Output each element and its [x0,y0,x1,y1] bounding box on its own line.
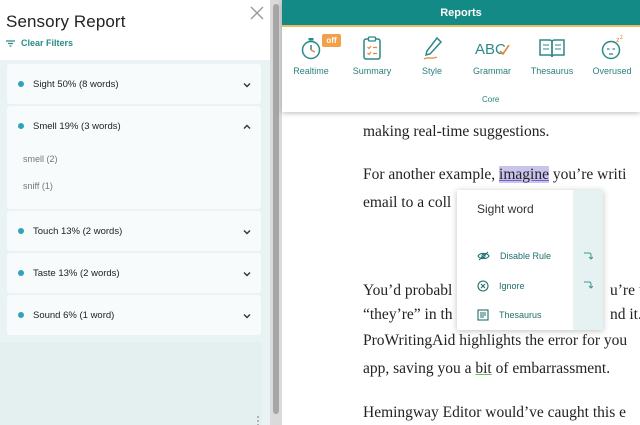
sense-dot [18,123,24,129]
doc-line-fragment: nd it. I [610,306,640,323]
ignore-button[interactable]: Ignore [477,280,525,292]
sense-card-sound: Sound 6% (1 word) [7,295,261,335]
sense-dot [18,312,24,318]
doc-line: app, saving you a bit of embarrassment. [363,360,611,377]
sensory-report-sidebar: Sensory Report Clear Filters Sight 50% (… [0,0,270,425]
return-arrow-icon[interactable] [583,281,593,289]
chevron-up-icon [243,124,251,129]
list-doc-icon [477,309,489,321]
doc-line: For another example, imagine you’re writ… [363,166,627,183]
filter-icon [6,39,15,47]
chevron-down-icon [243,314,251,319]
style-button[interactable]: Style [404,35,460,76]
sidebar-scrollbar-thumb[interactable] [273,4,279,414]
sense-label: Sight 50% (8 words) [33,78,119,90]
thesaurus-button[interactable]: Thesaurus [524,35,580,76]
sense-header-taste[interactable]: Taste 13% (2 words) [7,253,261,293]
summary-button[interactable]: Summary [344,35,400,76]
abc-check-icon: ABC [475,41,510,58]
doc-line-fragment: u’re us [610,282,640,299]
sense-label: Touch 13% (2 words) [33,225,123,237]
doc-line: ProWritingAid highlights the error for y… [363,332,628,349]
sidebar-title: Sensory Report [6,12,126,31]
sleepy-face-icon: z z [601,35,623,60]
clear-filters-button[interactable]: Clear Filters [6,37,73,49]
sense-dot [18,228,24,234]
grammar-button[interactable]: ABC Grammar [464,35,520,76]
return-arrow-icon[interactable] [583,252,593,260]
chevron-down-icon [243,272,251,277]
clipboard-icon [363,36,381,60]
sense-label: Taste 13% (2 words) [33,267,120,279]
sense-card-smell: Smell 19% (3 words) smell (2) sniff (1) [7,106,261,209]
doc-line: Hemingway Editor would’ve caught this e [363,404,627,421]
sense-header-touch[interactable]: Touch 13% (2 words) [7,211,261,251]
sense-label: Sound 6% (1 word) [33,309,115,321]
overused-button[interactable]: z z Overused [584,35,640,76]
drag-handle-icon[interactable] [256,415,260,425]
sense-card-taste: Taste 13% (2 words) [7,253,261,293]
pen-icon [423,36,443,60]
sense-list-footer [0,342,262,425]
book-icon [539,39,565,58]
realtime-off-badge: off [322,34,341,47]
close-icon[interactable] [248,4,266,22]
svg-text:z: z [620,35,623,41]
sense-card-sight: Sight 50% (8 words) [7,64,261,104]
sight-word-popup: Sight word Disable Rule Ignore Thesaurus [457,190,603,330]
sense-label: Smell 19% (3 words) [33,120,121,132]
stopwatch-icon [301,38,321,60]
popup-side-panel [573,190,603,330]
popup-title: Sight word [477,202,534,216]
svg-text:ABC: ABC [475,41,506,58]
suggestion-word[interactable]: bit [475,360,491,377]
cancel-circle-icon [477,280,489,292]
disable-rule-button[interactable]: Disable Rule [477,251,551,261]
sense-header-sight[interactable]: Sight 50% (8 words) [7,64,261,104]
highlighted-word[interactable]: imagine [499,166,549,183]
reports-title: Reports [282,0,640,27]
eye-slash-icon [477,251,490,261]
popup-thesaurus-button[interactable]: Thesaurus [477,309,542,321]
clear-filters-label: Clear Filters [21,38,74,48]
sense-header-smell[interactable]: Smell 19% (3 words) [7,106,261,146]
sense-header-sound[interactable]: Sound 6% (1 word) [7,295,261,335]
chevron-down-icon [243,83,251,88]
sense-dot [18,81,24,87]
sense-dot [18,270,24,276]
doc-line: making real-time suggestions. [363,123,550,140]
sense-word-item[interactable]: smell (2) [7,146,261,173]
chevron-down-icon [243,230,251,235]
core-group-label: Core [482,95,500,104]
sense-list: Sight 50% (8 words) Smell 19% (3 words) … [0,60,270,425]
sense-card-touch: Touch 13% (2 words) [7,211,261,251]
sense-word-item[interactable]: sniff (1) [7,173,261,200]
